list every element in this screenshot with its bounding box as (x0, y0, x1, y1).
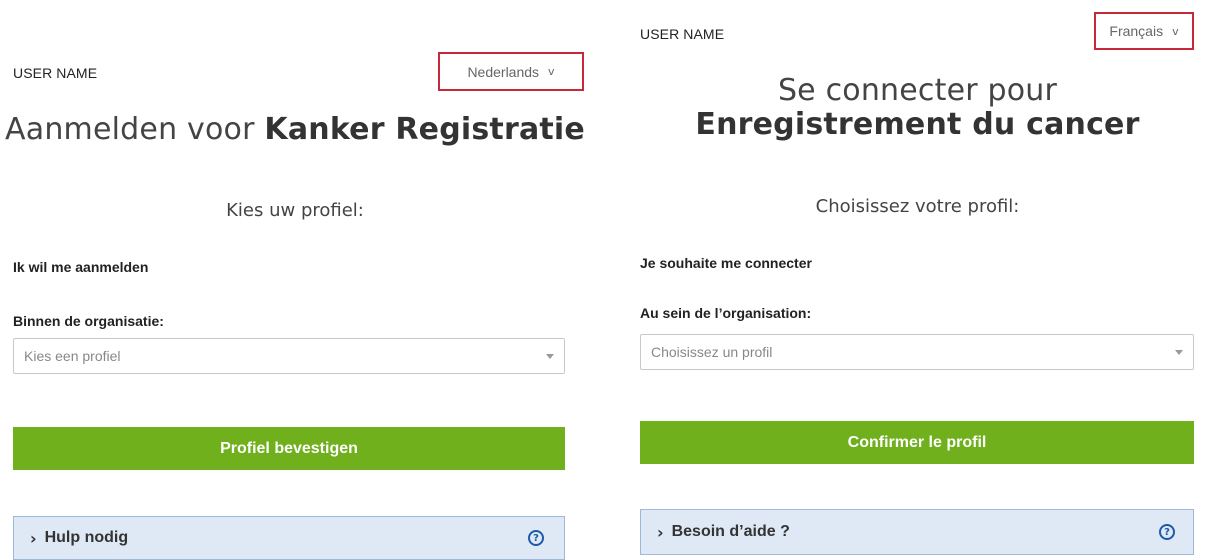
profile-heading: Choisissez votre profil: (815, 196, 1020, 217)
chevron-right-icon: › (657, 522, 664, 542)
page-title-app: Enregistrement du cancer (695, 107, 1140, 142)
caret-down-icon (1175, 350, 1183, 355)
language-label: Français (1109, 23, 1164, 39)
help-section-toggle[interactable]: › Hulp nodig ? (13, 516, 565, 560)
chevron-down-icon: v (548, 65, 555, 78)
page-title-app: Kanker Registratie (264, 112, 585, 147)
profile-select-placeholder: Kies een profiel (24, 348, 121, 364)
username-label: USER NAME (13, 65, 98, 81)
profile-select-placeholder: Choisissez un profil (651, 344, 773, 360)
language-label: Nederlands (467, 63, 540, 80)
profile-select[interactable]: Choisissez un profil (640, 334, 1194, 370)
login-panel-french: USER NAME Français v Se connecter pour E… (590, 0, 1205, 556)
username-label: USER NAME (640, 26, 725, 42)
login-panel-dutch: USER NAME Nederlands v Aanmelden voor Ka… (0, 0, 590, 560)
language-selector[interactable]: Nederlands v (438, 52, 584, 91)
organisation-label: Au sein de l’organisation: (640, 305, 812, 321)
chevron-down-icon: v (1172, 24, 1179, 38)
page-title-prefix: Se connecter pour (777, 73, 1058, 108)
login-intent-label: Je souhaite me connecter (640, 255, 812, 271)
chevron-right-icon: › (30, 528, 37, 548)
confirm-profile-button[interactable]: Confirmer le profil (640, 421, 1194, 464)
login-intent-label: Ik wil me aanmelden (13, 259, 149, 275)
page-title-prefix: Aanmelden voor (5, 112, 255, 147)
caret-down-icon (546, 354, 554, 359)
help-section-toggle[interactable]: › Besoin d’aide ? ? (640, 509, 1194, 555)
profile-heading: Kies uw profiel: (226, 200, 364, 221)
question-circle-icon[interactable]: ? (1159, 524, 1175, 540)
profile-select[interactable]: Kies een profiel (13, 338, 565, 374)
question-circle-icon[interactable]: ? (528, 530, 544, 546)
language-selector[interactable]: Français v (1094, 12, 1194, 50)
help-label: Besoin d’aide ? (671, 523, 790, 540)
page-title: Aanmelden voor Kanker Registratie (0, 113, 590, 147)
help-label: Hulp nodig (44, 529, 129, 546)
organisation-label: Binnen de organisatie: (13, 313, 164, 329)
confirm-profile-button[interactable]: Profiel bevestigen (13, 427, 565, 470)
page-title: Se connecter pour Enregistrement du canc… (640, 74, 1195, 142)
